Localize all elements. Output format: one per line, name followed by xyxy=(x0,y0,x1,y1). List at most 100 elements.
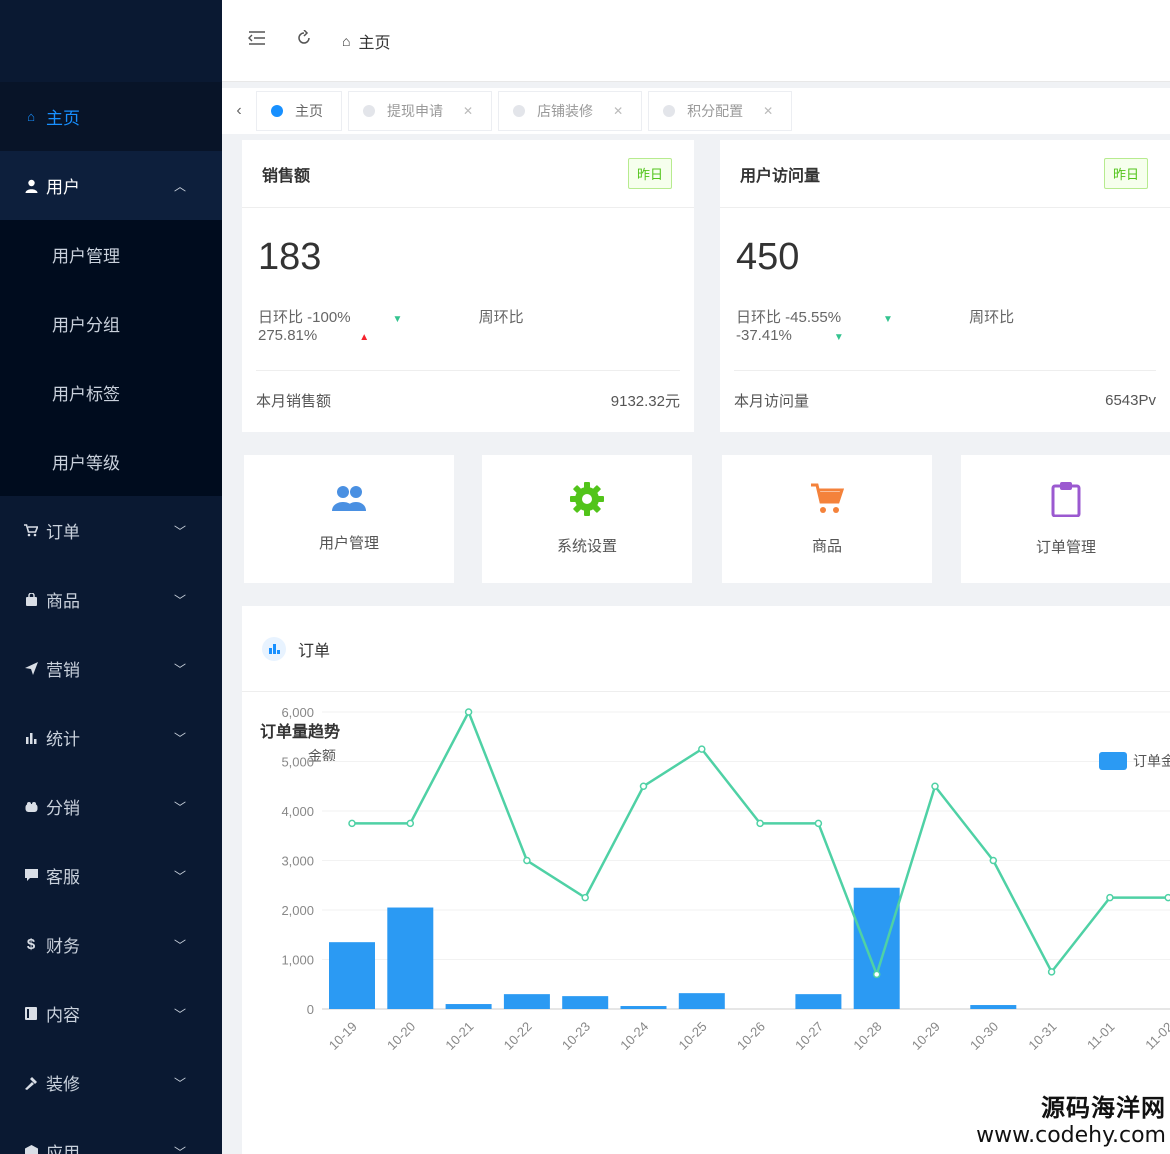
y-tick-label: 3,000 xyxy=(281,854,314,869)
watermark-title: 源码海洋网 xyxy=(1041,1094,1166,1122)
close-icon[interactable]: ✕ xyxy=(763,104,773,118)
tab-home[interactable]: 主页 xyxy=(256,91,342,131)
line-point xyxy=(406,819,415,828)
sidebar-item-label: 统计 xyxy=(46,730,80,749)
bar xyxy=(970,1005,1017,1009)
legend-swatch xyxy=(1099,752,1127,770)
bar xyxy=(678,993,725,1009)
sidebar-item-label: 营销 xyxy=(46,661,80,680)
sidebar-item-label: 分销 xyxy=(46,799,80,818)
tab-status-dot xyxy=(363,105,375,117)
sidebar-logo-area xyxy=(0,0,222,82)
period-badge: 昨日 xyxy=(1103,158,1148,189)
line-point xyxy=(1106,893,1114,902)
x-tick-label: 10-28 xyxy=(850,1019,884,1053)
shortcut-user-manage[interactable]: 用户管理 xyxy=(244,455,454,583)
chevron-left-icon[interactable]: ‹ xyxy=(222,102,256,120)
sidebar-item-order[interactable]: 订单 ﹀ xyxy=(0,496,222,565)
sidebar-item-decoration[interactable]: 装修 ﹀ xyxy=(0,1048,222,1117)
top-header: ⌂ 主页 xyxy=(222,0,1170,82)
line-point xyxy=(698,745,706,753)
stat-comparison: 日环比 -45.55% ▼ 周环比 -37.41% ▼ xyxy=(720,300,1170,370)
x-tick-label: 11-01 xyxy=(1084,1019,1117,1052)
card-title: 用户访问量 xyxy=(740,167,821,185)
bar-chart-icon xyxy=(262,636,286,661)
close-icon[interactable]: ✕ xyxy=(613,104,623,118)
shortcut-label: 用户管理 xyxy=(318,535,379,552)
x-tick-label: 10-21 xyxy=(442,1019,476,1053)
refresh-icon[interactable] xyxy=(296,29,312,51)
arrow-down-icon: ▼ xyxy=(833,332,844,343)
sidebar-item-label: 财务 xyxy=(46,937,80,956)
shortcut-products[interactable]: 商品 xyxy=(722,455,932,583)
sidebar-item-content[interactable]: 内容 ﹀ xyxy=(0,979,222,1048)
x-tick-label: 11-02 xyxy=(1142,1019,1170,1052)
line-point xyxy=(523,856,531,865)
chevron-down-icon: ﹀ xyxy=(173,731,186,745)
sidebar-item-statistics[interactable]: 统计 ﹀ xyxy=(0,703,222,772)
shortcut-order-manage[interactable]: 订单管理 xyxy=(961,455,1170,583)
line-point xyxy=(989,856,998,865)
tab-withdraw-request[interactable]: 提现申请 ✕ xyxy=(348,91,493,131)
x-tick-label: 10-19 xyxy=(326,1019,360,1053)
chevron-down-icon: ﹀ xyxy=(173,869,186,883)
shortcut-label: 商品 xyxy=(811,538,842,555)
x-tick-label: 10-22 xyxy=(501,1019,535,1053)
chevron-down-icon: ﹀ xyxy=(173,662,186,676)
line-point xyxy=(639,782,648,790)
series-line xyxy=(352,708,1169,979)
sidebar-subitem-user-manage[interactable]: 用户管理 xyxy=(0,220,222,289)
tab-store-decoration[interactable]: 店铺装修 ✕ xyxy=(498,91,643,131)
tab-status-dot xyxy=(271,105,283,117)
close-icon[interactable]: ✕ xyxy=(463,104,473,118)
menu-fold-icon[interactable] xyxy=(248,30,266,51)
tab-status-dot xyxy=(663,105,676,117)
home-icon: ⌂ xyxy=(342,32,351,49)
x-tick-label: 10-25 xyxy=(676,1019,710,1053)
line-point xyxy=(581,893,589,902)
bar-chart-icon xyxy=(24,731,38,745)
sidebar-item-finance[interactable]: $ 财务 ﹀ xyxy=(0,910,222,979)
legend-label: 订单金 xyxy=(1133,753,1170,769)
card-title: 销售额 xyxy=(262,167,311,185)
footer-value: 6543Pv xyxy=(1105,392,1156,409)
visits-stat-card: 用户访问量 昨日 450 日环比 -45.55% ▼ 周环比 -37.41% ▼ 本… xyxy=(720,140,1170,432)
chevron-down-icon: ﹀ xyxy=(173,938,186,952)
sidebar: ⌂ 主页 用户 ︿ 用户管理 用户分组 用户标签 用户等级 订单 ﹀ 商品 ﹀ … xyxy=(0,0,222,1154)
footer-value: 9132.32元 xyxy=(610,393,680,410)
breadcrumb-item[interactable]: 主页 xyxy=(358,29,390,53)
tab-points-config[interactable]: 积分配置 ✕ xyxy=(648,91,793,131)
sidebar-item-marketing[interactable]: 营销 ﹀ xyxy=(0,634,222,703)
line-point xyxy=(814,819,823,828)
tab-label: 积分配置 xyxy=(687,103,744,119)
day-over-day: 日环比 -100% xyxy=(258,309,351,326)
x-tick-label: 10-31 xyxy=(1025,1019,1059,1053)
share-icon xyxy=(24,800,38,814)
y-tick-label: 1,000 xyxy=(281,953,314,968)
shortcut-label: 订单管理 xyxy=(1035,539,1096,556)
chevron-down-icon: ﹀ xyxy=(173,524,186,538)
x-tick-label: 10-20 xyxy=(384,1019,418,1053)
shortcut-system-settings[interactable]: 系统设置 xyxy=(482,455,692,583)
sidebar-item-label: 装修 xyxy=(46,1075,80,1094)
line-point xyxy=(872,970,881,979)
x-tick-label: 10-30 xyxy=(967,1019,1001,1053)
bar xyxy=(795,994,842,1009)
sidebar-item-user[interactable]: 用户 ︿ xyxy=(0,151,222,220)
sidebar-item-home[interactable]: ⌂ 主页 xyxy=(0,82,222,151)
y-tick-label: 6,000 xyxy=(281,705,314,720)
bar xyxy=(853,887,900,1009)
brush-icon xyxy=(24,1076,38,1090)
users-icon xyxy=(332,485,366,518)
sidebar-item-service[interactable]: 客服 ﹀ xyxy=(0,841,222,910)
tab-label: 提现申请 xyxy=(387,103,443,119)
sidebar-subitem-user-group[interactable]: 用户分组 xyxy=(0,289,222,358)
sidebar-item-apps[interactable]: 应用 ﹀ xyxy=(0,1117,222,1154)
sidebar-subitem-user-level[interactable]: 用户等级 xyxy=(0,427,222,496)
arrow-down-icon: ▼ xyxy=(883,314,893,325)
sidebar-item-product[interactable]: 商品 ﹀ xyxy=(0,565,222,634)
sidebar-subitem-user-tag[interactable]: 用户标签 xyxy=(0,358,222,427)
arrow-up-icon: ▲ xyxy=(359,332,370,343)
sidebar-item-distribution[interactable]: 分销 ﹀ xyxy=(0,772,222,841)
line-point xyxy=(1164,893,1170,902)
